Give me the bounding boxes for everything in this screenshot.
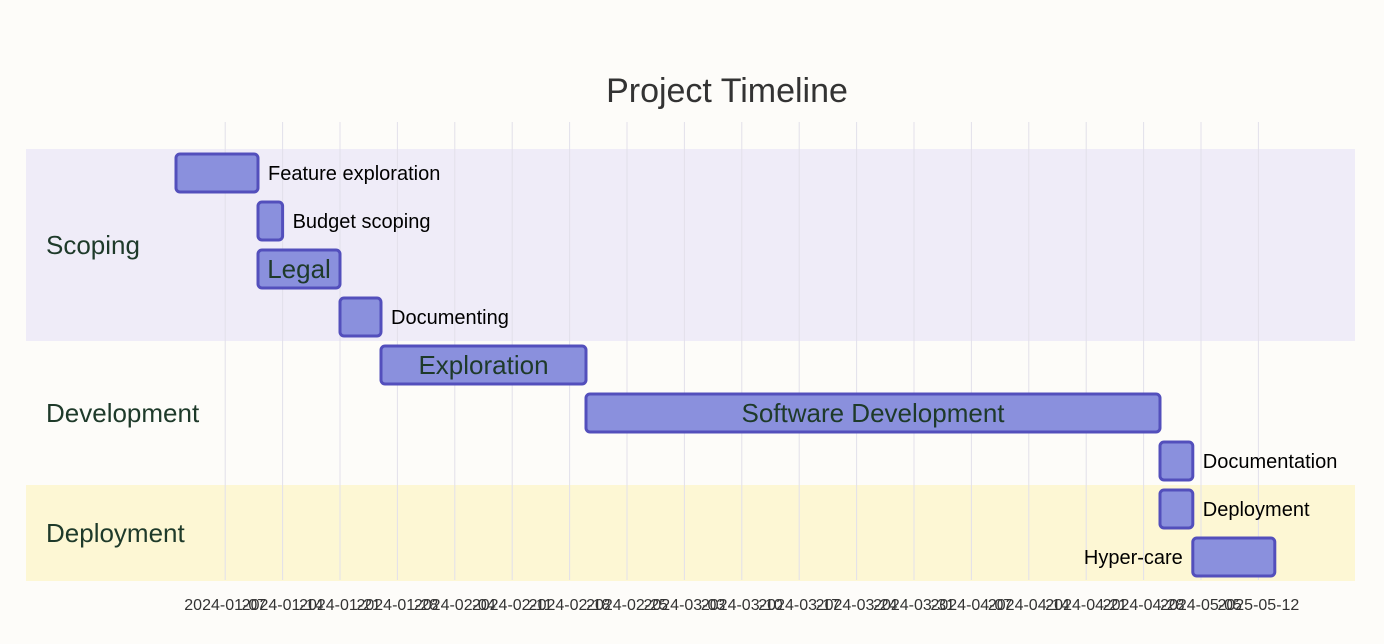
task-bar — [1191, 536, 1277, 578]
x-tick-label: 2025-05-12 — [1217, 597, 1299, 614]
task-label: Legal — [267, 254, 331, 284]
task-bar — [1158, 440, 1195, 482]
task-label: Exploration — [418, 350, 548, 380]
task-label: Software Development — [741, 398, 1005, 428]
section-label: Scoping — [46, 230, 140, 260]
task-label: Feature exploration — [268, 163, 440, 185]
task-bar — [1158, 488, 1195, 530]
task-label: Documentation — [1203, 451, 1338, 473]
task-label: Budget scoping — [293, 211, 431, 233]
section-label: Deployment — [46, 518, 186, 548]
task-label: Hyper-care — [1084, 547, 1183, 569]
chart-title: Project Timeline — [606, 72, 848, 110]
task-label: Deployment — [1203, 499, 1310, 521]
gantt-chart: Project Timeline Scoping Development Deplo… — [26, 72, 1355, 614]
task-bar — [256, 200, 285, 242]
task-label: Documenting — [391, 307, 509, 329]
task-bar — [174, 152, 260, 194]
section-label: Development — [46, 398, 200, 428]
x-axis-ticks: 2024-01-072024-01-142024-01-212024-01-28… — [184, 597, 1299, 614]
task-bar — [338, 296, 383, 338]
